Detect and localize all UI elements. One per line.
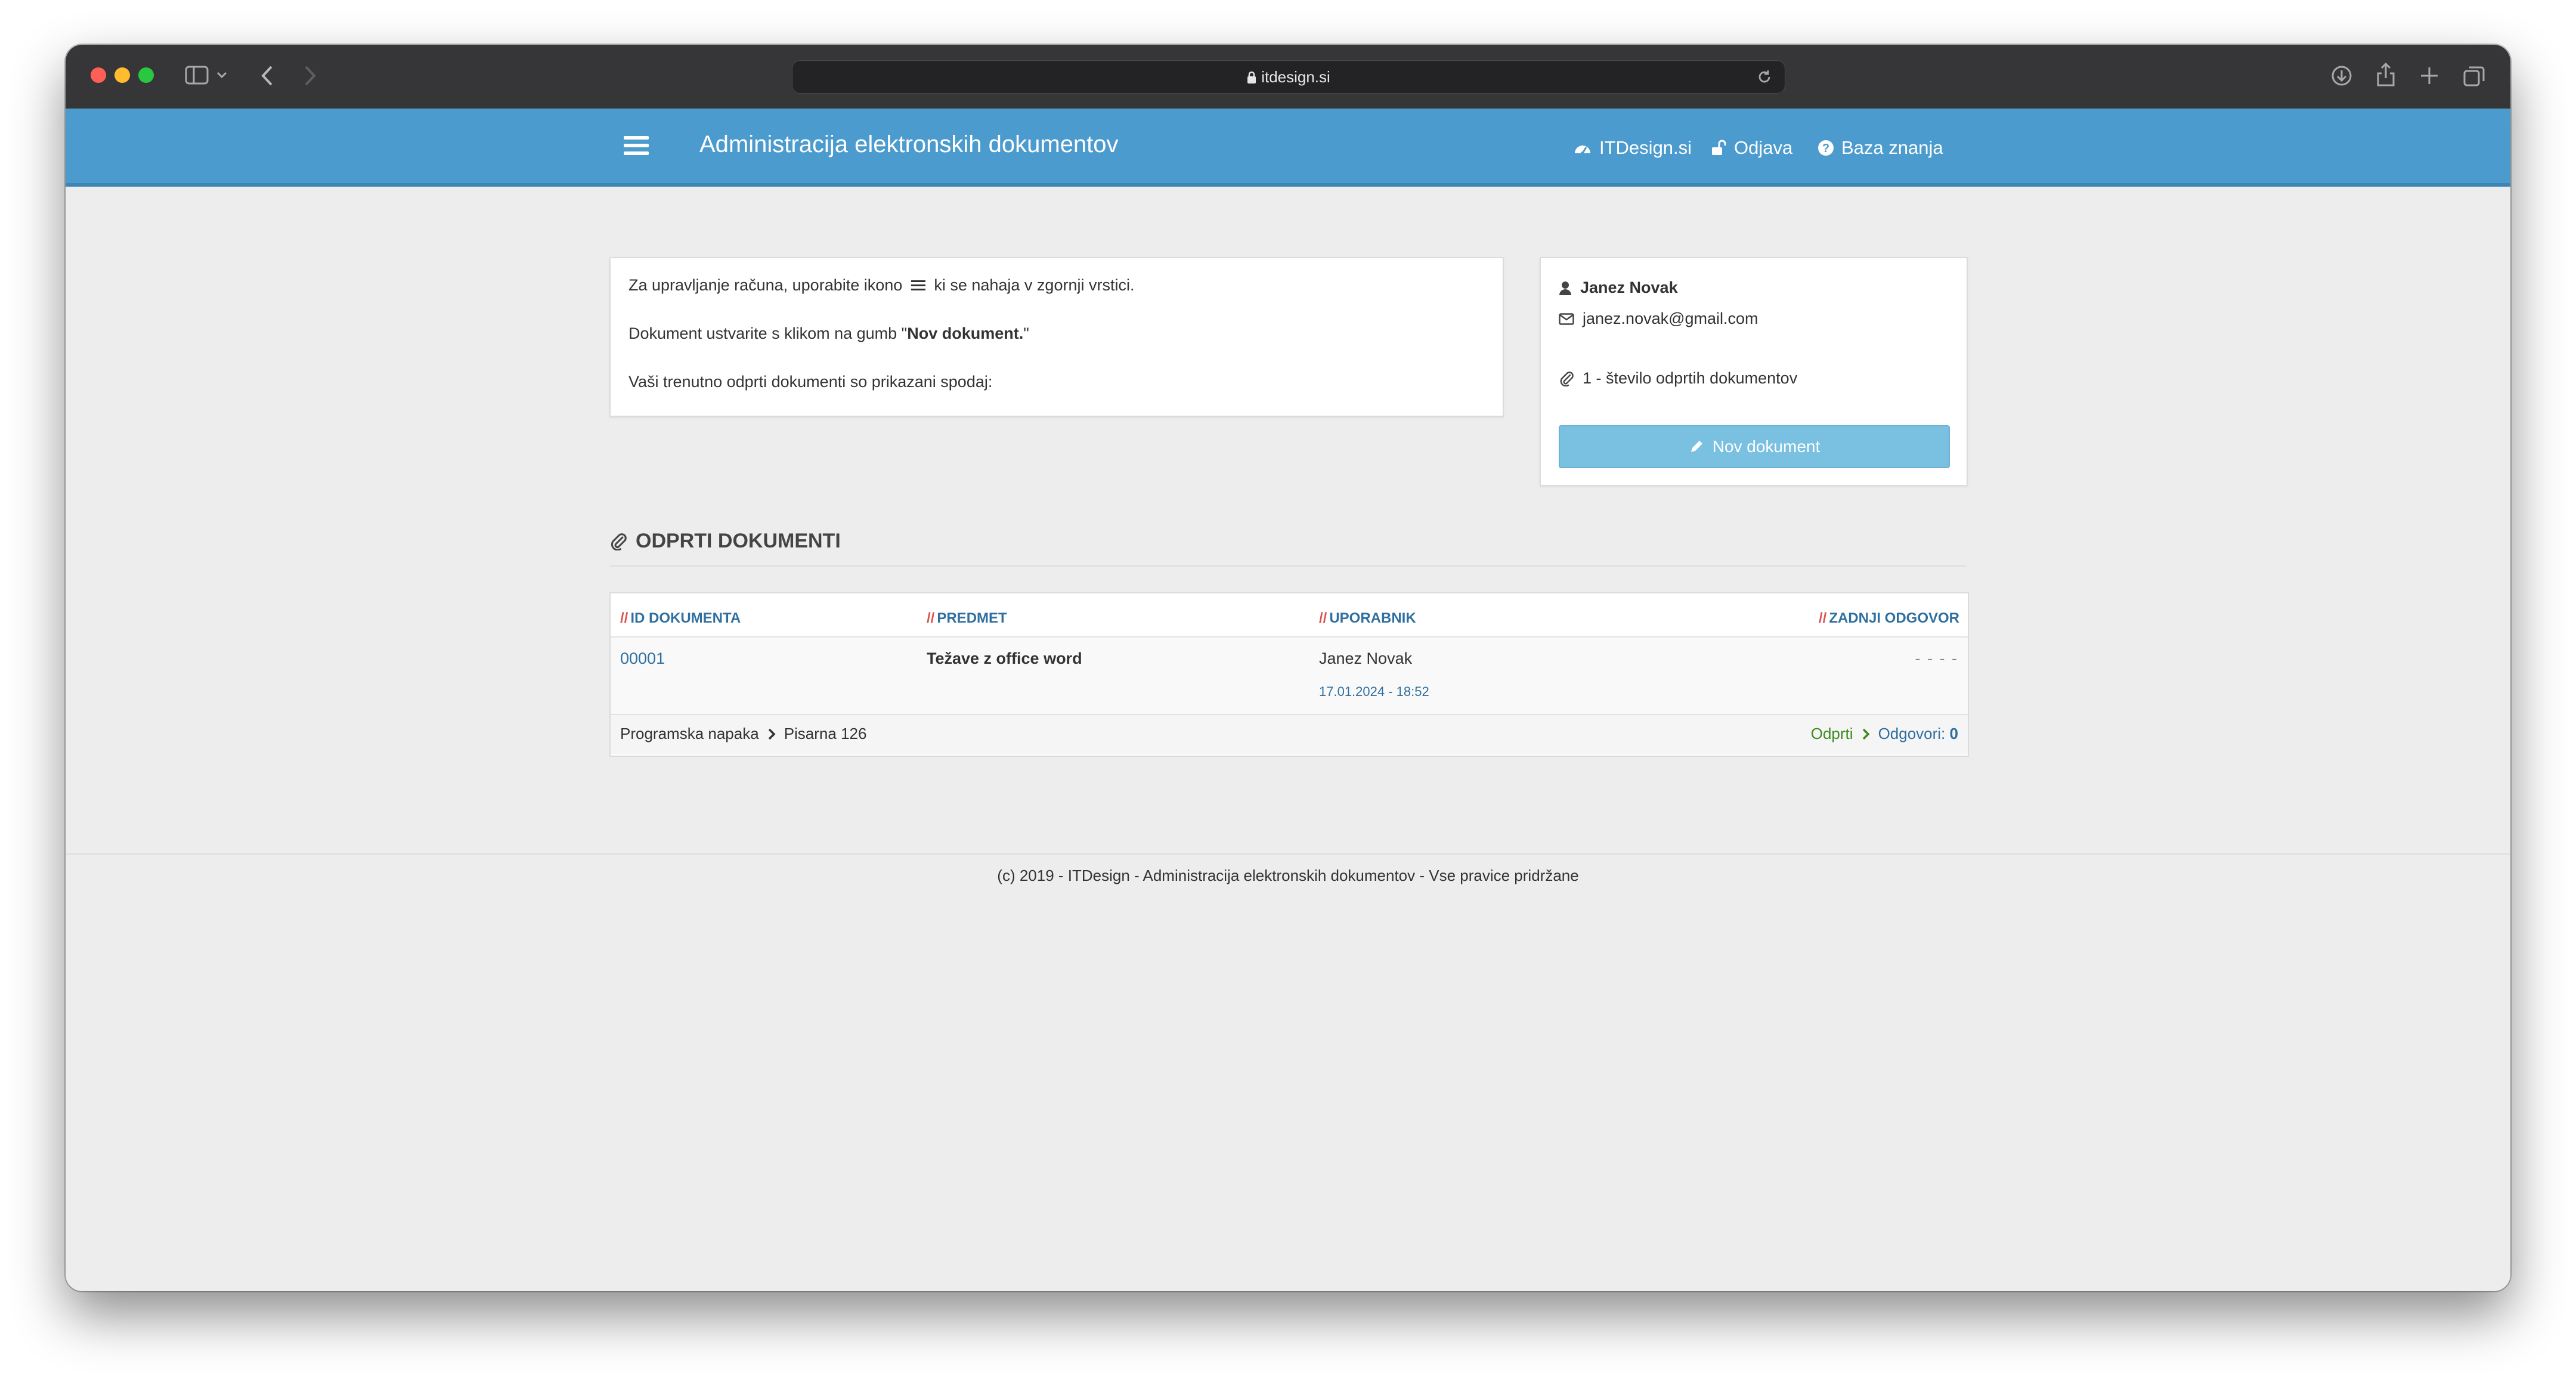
column-header-id[interactable]: //ID DOKUMENTA [620,610,741,627]
table-row[interactable]: 00001 Težave z office word Janez Novak 1… [611,636,1968,715]
sidebar-toggle-icon[interactable] [185,65,209,85]
svg-text:?: ? [1822,142,1829,155]
document-date: 17.01.2024 - 18:52 [1319,684,1429,699]
user-panel: Janez Novak janez.novak@gmail.com 1 - št… [1540,257,1968,486]
open-documents-title: ODPRTI DOKUMENTI [636,530,841,552]
knowledge-base-link[interactable]: ? Baza znanja [1818,137,1943,159]
info-line-1-start: Za upravljanje računa, uporabite ikono [628,276,903,294]
paperclip-icon [1560,371,1574,386]
dashboard-icon [1575,146,1590,155]
column-header-last-reply[interactable]: //ZADNJI ODGOVOR [1819,610,1959,627]
table-row-footer: Programska napaka Pisarna 126 Odprti Odg… [611,715,1968,754]
user-icon [1559,281,1571,295]
question-circle-icon: ? [1818,140,1834,156]
chevron-down-icon[interactable] [216,71,228,79]
knowledge-base-link-label: Baza znanja [1841,137,1943,158]
browser-window: itdesign.si Administracija elektronskih … [66,45,2510,1291]
itdesign-link[interactable]: ITDesign.si [1573,137,1692,159]
footer-copyright: (c) 2019 - ITDesign - Administracija ele… [997,867,1579,884]
footer-divider [66,853,2510,855]
column-header-subject-label: PREDMET [937,610,1007,626]
column-header-subject[interactable]: //PREDMET [927,610,1007,627]
info-line-1: Za upravljanje računa, uporabite ikono k… [628,276,1134,295]
info-line-2: Dokument ustvarite s klikom na gumb "Nov… [628,324,1029,343]
document-subject: Težave z office word [927,649,1082,667]
document-category: Programska napaka [620,725,759,742]
lock-icon [1247,71,1256,83]
chevron-right-icon [1862,728,1870,739]
info-line-2-bold: Nov dokument. [907,324,1024,342]
document-breadcrumb: Programska napaka Pisarna 126 [620,725,866,743]
user-email: janez.novak@gmail.com [1583,310,1758,327]
forward-icon[interactable] [303,64,317,87]
document-last-reply: - - - - [1915,649,1958,667]
user-email-row: janez.novak@gmail.com [1559,310,1758,328]
info-panel: Za upravljanje računa, uporabite ikono k… [609,257,1504,417]
unlock-icon [1712,140,1726,155]
itdesign-link-label: ITDesign.si [1599,137,1692,158]
column-header-id-label: ID DOKUMENTA [630,610,741,626]
info-line-2-start: Dokument ustvarite s klikom na gumb " [628,324,908,342]
document-location: Pisarna 126 [784,725,867,742]
replies-count: 0 [1949,725,1958,742]
chevron-right-icon [768,728,776,739]
tab-overview-icon[interactable] [2463,65,2485,88]
document-user: Janez Novak [1319,649,1413,667]
column-header-user[interactable]: //UPORABNIK [1319,610,1416,627]
menu-icon-inline [911,280,925,290]
minimize-window-button[interactable] [114,67,130,83]
document-status: Odprti [1810,725,1853,742]
open-document-count: 1 - število odprtih dokumentov [1583,369,1798,387]
replies-label: Odgovori: [1878,725,1946,742]
user-name: Janez Novak [1580,279,1678,296]
zoom-window-button[interactable] [138,67,154,83]
open-count-row: 1 - število odprtih dokumentov [1559,369,1797,388]
site-title: Administracija elektronskih dokumentov [699,131,1119,157]
close-window-button[interactable] [91,67,106,83]
paperclip-icon [611,533,627,550]
user-name-row: Janez Novak [1559,279,1678,297]
section-divider [609,565,1967,567]
menu-icon[interactable] [623,134,650,157]
info-line-2-end: " [1023,324,1029,342]
url-text: itdesign.si [792,68,1785,86]
url-value: itdesign.si [1261,68,1330,86]
new-document-button[interactable]: Nov dokument [1559,425,1950,468]
document-status-area: Odprti Odgovori: 0 [1811,725,1958,743]
info-line-3: Vaši trenutno odprti dokumenti so prikaz… [628,373,993,391]
column-header-last-reply-label: ZADNJI ODGOVOR [1829,610,1959,626]
browser-toolbar: itdesign.si [66,45,2510,110]
reload-icon[interactable] [1756,69,1773,85]
pencil-icon [1690,441,1702,452]
site-navbar: Administracija elektronskih dokumentov I… [66,109,2510,187]
share-icon[interactable] [2376,61,2396,88]
envelope-icon [1559,312,1574,325]
back-icon[interactable] [260,64,274,87]
address-bar[interactable]: itdesign.si [792,60,1785,94]
logout-link-label: Odjava [1734,137,1793,158]
page-content: Za upravljanje računa, uporabite ikono k… [66,187,2510,1291]
downloads-icon[interactable] [2330,64,2353,87]
open-documents-heading: ODPRTI DOKUMENTI [609,530,841,553]
logout-link[interactable]: Odjava [1711,137,1792,159]
document-id-link[interactable]: 00001 [620,649,665,668]
new-tab-icon[interactable] [2419,65,2440,86]
documents-table: //ID DOKUMENTA //PREDMET //UPORABNIK //Z… [609,592,1969,757]
new-document-button-label: Nov dokument [1712,437,1820,456]
info-line-1-end: ki se nahaja v zgornji vrstici. [934,276,1135,294]
document-replies: Odgovori: 0 [1878,725,1958,743]
column-header-user-label: UPORABNIK [1329,610,1416,626]
